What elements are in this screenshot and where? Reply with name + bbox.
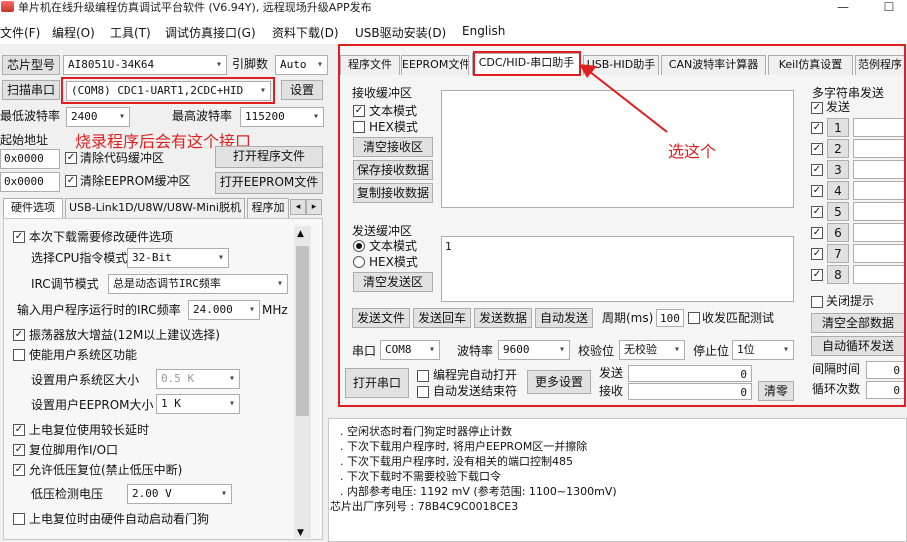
modify-hardware-checkbox[interactable]: ✓ [13, 231, 25, 243]
watchdog-checkbox[interactable] [13, 513, 25, 525]
chevron-down-icon: ▾ [276, 278, 283, 289]
reset-pin-io-checkbox[interactable]: ✓ [13, 444, 25, 456]
low-voltage-select[interactable]: 2.00 V ▾ [127, 484, 232, 504]
system-area-size-select[interactable]: 0.5 K ▾ [156, 369, 240, 389]
port-highlight-box [61, 77, 275, 104]
log-line: . 下次下载时不需要校验下载口令 [340, 470, 501, 483]
clear-eeprom-label: 清除EEPROM缓冲区 [80, 174, 191, 188]
chevron-down-icon: ▾ [248, 304, 255, 315]
low-voltage-label: 低压检测电压 [31, 487, 104, 501]
min-baud-select[interactable]: 2400 ▾ [66, 107, 130, 127]
menu-program[interactable]: 编程(O) [52, 24, 95, 41]
eeprom-size-select[interactable]: 1 K ▾ [156, 394, 240, 414]
max-baud-label: 最高波特率 [172, 109, 233, 123]
system-area-label: 使能用户系统区功能 [29, 348, 138, 362]
irc-mode-value: 总是动态调节IRC频率 [113, 277, 221, 290]
min-baud-label: 最低波特率 [0, 109, 61, 123]
scroll-up-icon[interactable]: ▲ [297, 229, 304, 239]
pin-count-label: 引脚数 [232, 57, 269, 71]
pin-count-value: Auto [280, 58, 307, 71]
irc-frequency-label: 输入用户程序运行时的IRC频率 [17, 303, 181, 317]
menu-debug[interactable]: 调试仿真接口(G) [165, 24, 256, 41]
system-area-size-label: 设置用户系统区大小 [31, 373, 140, 387]
system-area-checkbox[interactable] [13, 349, 25, 361]
clear-code-checkbox[interactable]: ✓ [65, 152, 77, 164]
log-line: . 内部参考电压: 1192 mV (参考范围: 1100~1300mV) [340, 485, 617, 498]
open-program-button[interactable]: 打开程序文件 [215, 146, 323, 168]
max-baud-value: 115200 [245, 110, 285, 123]
eeprom-address-input[interactable]: 0x0000 [0, 172, 60, 192]
low-voltage-reset-label: 允许低压复位(禁止低压中断) [29, 463, 183, 477]
low-voltage-reset-checkbox[interactable]: ✓ [13, 464, 25, 476]
oscillator-gain-label: 振荡器放大增益(12M以上建议选择) [29, 328, 220, 342]
system-area-size-value: 0.5 K [161, 372, 195, 385]
long-delay-checkbox[interactable]: ✓ [13, 424, 25, 436]
chip-model-label: 芯片型号 [2, 55, 60, 75]
cpu-mode-value: 32-Bit [132, 251, 172, 264]
frequency-unit: MHz [262, 303, 288, 317]
chevron-down-icon: ▾ [228, 398, 235, 409]
open-eeprom-button[interactable]: 打开EEPROM文件 [215, 172, 323, 194]
log-line: . 下次下载用户程序时, 没有相关的端口控制485 [340, 455, 573, 468]
log-line: . 空闲状态时看门狗定时器停止计数 [340, 425, 512, 438]
chevron-down-icon: ▾ [215, 59, 222, 70]
clear-code-label: 清除代码缓冲区 [80, 151, 165, 165]
menu-tools[interactable]: 工具(T) [110, 24, 151, 41]
options-scrollbar-thumb[interactable] [296, 246, 309, 416]
code-address-input[interactable]: 0x0000 [0, 149, 60, 169]
cpu-mode-label: 选择CPU指令模式 [31, 251, 128, 265]
log-line: . 下次下载用户程序时, 将用户EEPROM区一并擦除 [340, 440, 588, 453]
modify-hardware-label: 本次下载需要修改硬件选项 [29, 230, 174, 244]
start-address-label: 起始地址 [0, 133, 49, 147]
scan-port-button[interactable]: 扫描串口 [2, 80, 60, 100]
scroll-down-icon[interactable]: ▼ [297, 528, 304, 538]
tab-program-add[interactable]: 程序加 [247, 198, 289, 218]
irc-mode-label: IRC调节模式 [31, 277, 99, 291]
maximize-button[interactable]: ☐ [874, 0, 904, 18]
irc-mode-select[interactable]: 总是动态调节IRC频率 ▾ [108, 274, 288, 294]
chevron-down-icon: ▾ [217, 252, 224, 263]
menu-english[interactable]: English [462, 24, 505, 38]
tab-usb-link[interactable]: USB-Link1D/U8W/U8W-Mini脱机 [65, 198, 245, 218]
clear-eeprom-checkbox[interactable]: ✓ [65, 175, 77, 187]
tab-hardware-options[interactable]: 硬件选项 [3, 198, 63, 218]
oscillator-gain-checkbox[interactable]: ✓ [13, 329, 25, 341]
pin-count-select[interactable]: Auto ▾ [275, 55, 328, 75]
chip-model-value: AI8051U-34K64 [68, 58, 155, 71]
long-delay-label: 上电复位使用较长延时 [29, 423, 150, 437]
chip-model-select[interactable]: AI8051U-34K64 ▾ [63, 55, 227, 75]
irc-frequency-value: 24.000 [193, 303, 233, 316]
chevron-down-icon: ▾ [118, 111, 125, 122]
cpu-mode-select[interactable]: 32-Bit ▾ [127, 248, 229, 268]
watchdog-label: 上电复位时由硬件自动启动看门狗 [29, 512, 210, 526]
settings-button[interactable]: 设置 [281, 80, 323, 100]
log-line: 芯片出厂序列号 : 78B4C9C0018CE3 [330, 500, 519, 513]
menu-download[interactable]: 资料下载(D) [272, 24, 339, 41]
eeprom-size-value: 1 K [161, 397, 181, 410]
window-title: 单片机在线升级编程仿真调试平台软件 (V6.94Y), 远程现场升级APP发布 [18, 1, 372, 14]
minimize-button[interactable]: — [828, 0, 858, 18]
chevron-down-icon: ▾ [220, 488, 227, 499]
chevron-down-icon: ▾ [228, 373, 235, 384]
max-baud-select[interactable]: 115200 ▾ [240, 107, 324, 127]
serial-panel-highlight-box [338, 44, 906, 407]
irc-frequency-select[interactable]: 24.000 ▾ [188, 300, 260, 320]
chevron-down-icon: ▾ [316, 59, 323, 70]
tab-scroll-right-button[interactable]: ▸ [306, 199, 322, 215]
tab-scroll-left-button[interactable]: ◂ [290, 199, 306, 215]
min-baud-value: 2400 [71, 110, 98, 123]
menu-usb-driver[interactable]: USB驱动安装(D) [355, 24, 446, 41]
eeprom-size-label: 设置用户EEPROM大小 [31, 398, 154, 412]
chevron-down-icon: ▾ [312, 111, 319, 122]
menu-file[interactable]: 文件(F) [0, 24, 40, 41]
reset-pin-io-label: 复位脚用作I/O口 [29, 443, 119, 457]
app-icon [1, 1, 14, 12]
low-voltage-value: 2.00 V [132, 487, 172, 500]
